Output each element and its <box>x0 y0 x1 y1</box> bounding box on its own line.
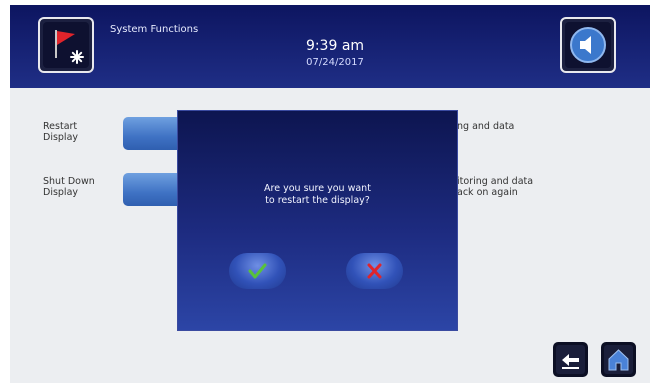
back-button[interactable] <box>553 342 588 377</box>
alarm-flag-button-face <box>43 22 89 68</box>
speaker-button-face <box>565 22 611 68</box>
checkmark-icon <box>248 263 267 279</box>
restart-display-button[interactable] <box>123 117 183 150</box>
home-button[interactable] <box>601 342 636 377</box>
alarm-flag-button[interactable] <box>38 17 94 73</box>
back-arrow-icon <box>562 354 579 369</box>
cancel-button[interactable] <box>346 253 403 289</box>
confirm-button[interactable] <box>229 253 286 289</box>
shutdown-display-button[interactable] <box>123 173 183 206</box>
clock-date: 07/24/2017 <box>306 57 364 68</box>
shutdown-display-label: Shut Down Display <box>43 176 95 198</box>
restart-confirm-dialog: Are you sure you want to restart the dis… <box>178 111 457 330</box>
x-icon <box>367 263 382 279</box>
home-icon <box>608 349 629 371</box>
speaker-button[interactable] <box>560 17 616 73</box>
header-bar: System Functions 9:39 am 07/24/2017 <box>10 5 650 88</box>
home-button-face <box>604 345 633 374</box>
restart-display-label: Restart Display <box>43 121 79 143</box>
restart-description: ng and data <box>457 121 515 132</box>
dialog-message: Are you sure you want to restart the dis… <box>264 183 371 206</box>
clock-time: 9:39 am <box>305 38 365 54</box>
alarm-flag-icon <box>55 30 84 64</box>
back-button-face <box>556 345 585 374</box>
app-frame: System Functions 9:39 am 07/24/2017 Rest… <box>10 5 650 383</box>
page-title: System Functions <box>110 24 199 35</box>
speaker-icon <box>570 27 606 63</box>
shutdown-description: itoring and data ack on again <box>457 176 534 198</box>
